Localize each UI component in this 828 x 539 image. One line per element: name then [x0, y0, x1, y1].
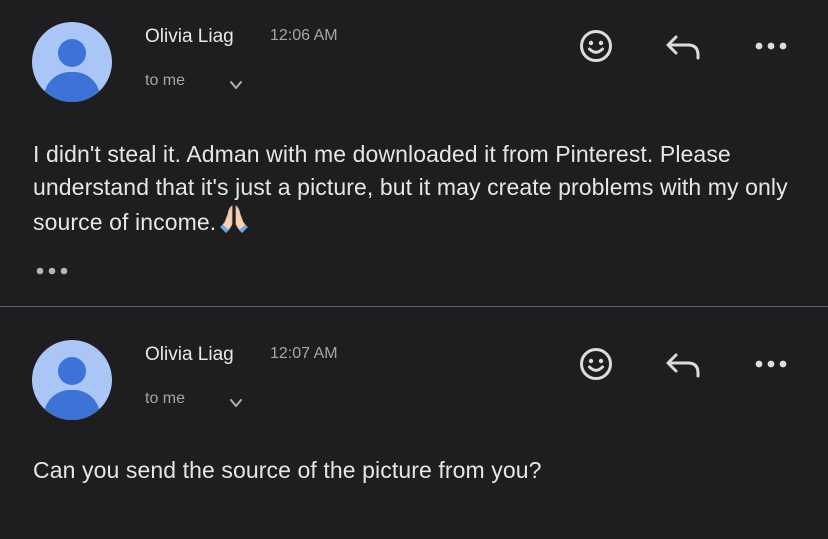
recipient-label[interactable]: to me	[145, 72, 185, 90]
smiley-face-icon	[580, 348, 612, 380]
sender-name[interactable]: Olivia Liag	[145, 344, 234, 366]
chevron-down-icon[interactable]	[228, 396, 244, 410]
show-trimmed-content-button[interactable]	[34, 265, 70, 277]
avatar[interactable]	[32, 340, 112, 420]
avatar-body	[44, 72, 100, 102]
message-body: I didn't steal it. Adman with me downloa…	[33, 138, 813, 243]
add-reaction-button[interactable]	[576, 344, 616, 384]
more-options-icon	[755, 360, 787, 368]
more-options-button[interactable]	[751, 26, 791, 66]
reply-button[interactable]	[664, 344, 704, 384]
avatar[interactable]	[32, 22, 112, 102]
email-message: Olivia Liag 12:07 AM to me Can you send …	[0, 308, 828, 539]
reply-arrow-icon	[666, 35, 700, 60]
recipient-label[interactable]: to me	[145, 390, 185, 408]
avatar-head	[58, 39, 86, 67]
avatar-body	[44, 390, 100, 420]
sender-name[interactable]: Olivia Liag	[145, 26, 234, 48]
chevron-down-icon[interactable]	[228, 78, 244, 92]
message-time: 12:06 AM	[270, 27, 338, 44]
add-reaction-button[interactable]	[576, 26, 616, 66]
email-message: Olivia Liag 12:06 AM to me I didn't stea…	[0, 0, 828, 306]
message-body-text: I didn't steal it. Adman with me downloa…	[33, 141, 788, 235]
more-options-icon	[755, 42, 787, 50]
more-options-button[interactable]	[751, 344, 791, 384]
smiley-face-icon	[580, 30, 612, 62]
reply-arrow-icon	[666, 353, 700, 378]
folded-hands-emoji	[217, 204, 251, 243]
message-divider	[0, 306, 828, 307]
message-body: Can you send the source of the picture f…	[33, 457, 542, 483]
reply-button[interactable]	[664, 26, 704, 66]
message-time: 12:07 AM	[270, 345, 338, 362]
avatar-head	[58, 357, 86, 385]
